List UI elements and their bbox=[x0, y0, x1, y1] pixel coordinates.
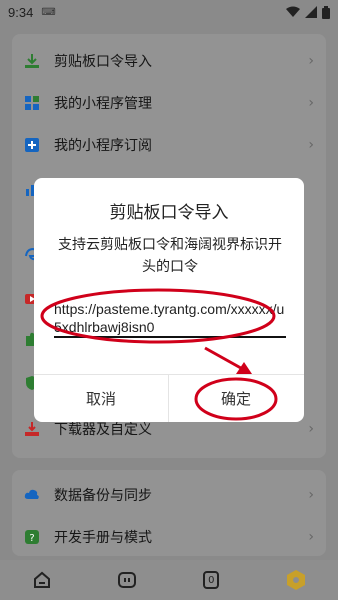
chevron-right-icon: › bbox=[308, 95, 314, 111]
dialog-title: 剪贴板口令导入 bbox=[109, 203, 229, 223]
home-icon[interactable] bbox=[31, 569, 53, 591]
cloud-sync-icon bbox=[24, 487, 40, 503]
tabs-count: 0 bbox=[208, 575, 215, 586]
menu-item-label: 我的小程序订阅 bbox=[54, 138, 152, 154]
chevron-right-icon: › bbox=[308, 487, 314, 503]
clipboard-code-input[interactable]: https://pasteme.tyrantg.com/xxxxxx/u5xdh… bbox=[54, 300, 286, 338]
bottom-nav: 0 bbox=[0, 560, 338, 600]
menu-item-label: 下载器及自定义 bbox=[54, 422, 152, 438]
dialog-message: 支持云剪贴板口令和海阔视界标识开头的口令 bbox=[58, 237, 282, 275]
hexagon-icon[interactable] bbox=[285, 569, 307, 591]
download-icon bbox=[24, 53, 40, 69]
menu-item-label: 剪贴板口令导入 bbox=[54, 54, 152, 70]
confirm-button[interactable]: 确定 bbox=[169, 375, 303, 422]
settings-card: 数据备份与同步 › ? 开发手册与模式 › bbox=[12, 470, 326, 556]
signal-icon bbox=[305, 6, 317, 18]
keyboard-icon: ⌨ bbox=[41, 6, 56, 18]
tabs-count-icon[interactable]: 0 bbox=[200, 569, 222, 591]
menu-item-clipboard-import[interactable]: 剪贴板口令导入 › bbox=[24, 46, 314, 76]
status-icons bbox=[286, 5, 330, 19]
help-icon: ? bbox=[24, 529, 40, 545]
chevron-right-icon: › bbox=[308, 529, 314, 545]
subscribe-icon bbox=[24, 137, 40, 153]
chevron-right-icon: › bbox=[308, 53, 314, 69]
svg-text:?: ? bbox=[29, 533, 34, 544]
menu-item-miniapp-subscribe[interactable]: 我的小程序订阅 › bbox=[24, 130, 314, 160]
status-bar: 9:34 ⌨ bbox=[0, 0, 338, 24]
bot-icon[interactable] bbox=[116, 569, 138, 591]
menu-item-label: 我的小程序管理 bbox=[54, 96, 152, 112]
menu-item-miniapp-manage[interactable]: 我的小程序管理 › bbox=[24, 88, 314, 118]
menu-item-dev-manual[interactable]: ? 开发手册与模式 › bbox=[24, 522, 314, 552]
chevron-right-icon: › bbox=[308, 137, 314, 153]
menu-item-backup-sync[interactable]: 数据备份与同步 › bbox=[24, 480, 314, 510]
clipboard-import-dialog: 剪贴板口令导入 支持云剪贴板口令和海阔视界标识开头的口令 https://pas… bbox=[34, 178, 304, 422]
battery-icon bbox=[322, 5, 330, 19]
chevron-right-icon: › bbox=[308, 421, 314, 437]
wifi-icon bbox=[286, 6, 300, 17]
status-time: 9:34 bbox=[8, 4, 34, 20]
downloader-icon bbox=[24, 421, 40, 437]
grid-icon bbox=[24, 95, 40, 111]
cancel-button[interactable]: 取消 bbox=[34, 375, 168, 422]
menu-item-label: 开发手册与模式 bbox=[54, 530, 152, 546]
menu-item-label: 数据备份与同步 bbox=[54, 488, 152, 504]
